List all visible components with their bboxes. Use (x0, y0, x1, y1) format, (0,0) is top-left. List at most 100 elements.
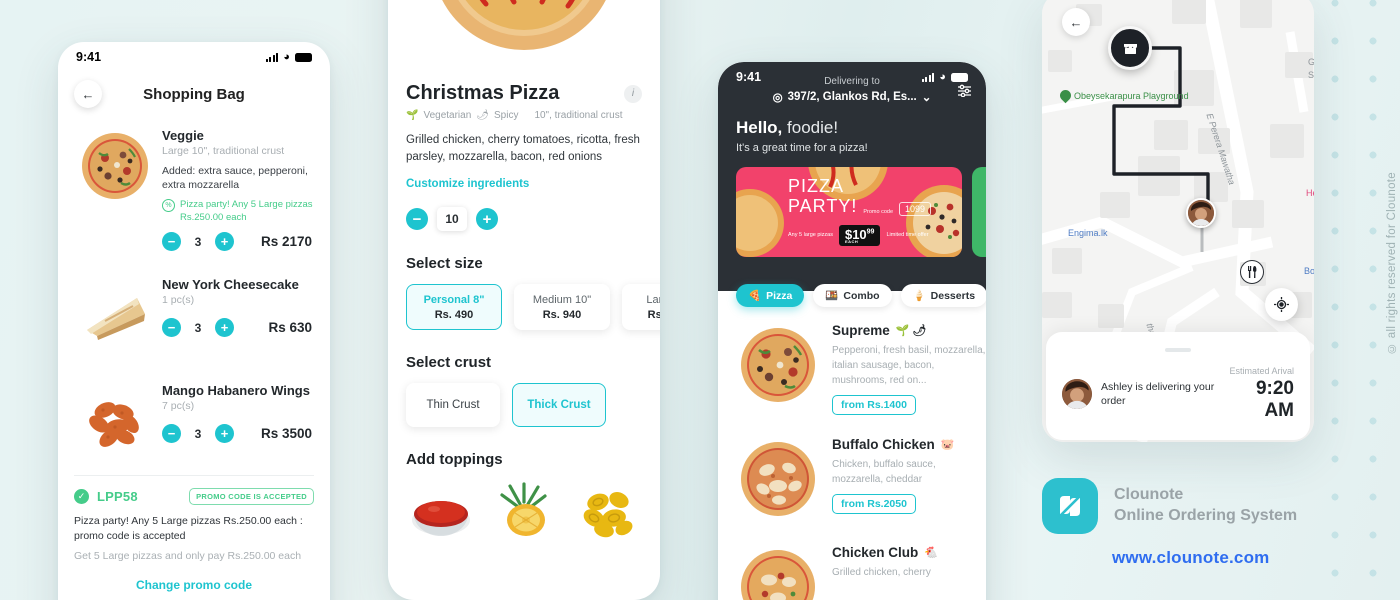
cart-item: Mango Habanero Wings 7 pc(s) − 3 + Rs 35… (58, 373, 330, 463)
wifi-icon: ◕ (283, 51, 290, 63)
topping-options (406, 480, 642, 540)
quantity-input[interactable]: 10 (437, 207, 467, 232)
status-bar: 9:41 ◕ (58, 42, 330, 72)
size-options: Personal 8" Rs. 490 Medium 10" Rs. 940 L… (406, 284, 660, 331)
info-icon[interactable]: i (624, 84, 642, 103)
menu-item-description: Chicken, buffalo sauce, mozzarella, ched… (832, 459, 936, 485)
promo-banner-pizza-party[interactable]: PIZZA PARTY! Promo code 1099 Any 5 large… (736, 167, 962, 257)
cheesecake-thumbnail (74, 273, 156, 355)
combo-icon: 🍱 (825, 290, 839, 302)
menu-list-item[interactable]: Supreme 🌱 🌶 Pepperoni, fresh basil, mozz… (718, 307, 986, 415)
customize-ingredients-link[interactable]: Customize ingredients (406, 178, 642, 190)
crust-option-thick[interactable]: Thick Crust (512, 383, 606, 428)
size-label: Personal 8" (423, 293, 485, 306)
crust-option-thin[interactable]: Thin Crust (406, 383, 500, 428)
jalapeno-icon[interactable] (574, 480, 644, 540)
location-pin-icon: ◎ (772, 92, 783, 104)
map-back-button[interactable]: ← (1062, 8, 1090, 36)
phone-menu-home: 9:41 ◕ Delivering to ◎ 397/2, Glankos Rd… (718, 62, 986, 600)
chip-combo[interactable]: 🍱 Combo (813, 284, 892, 307)
promo-banner-carousel[interactable]: PIZZA PARTY! Promo code 1099 Any 5 large… (718, 154, 986, 257)
quantity-stepper: − 3 + Rs 630 (162, 318, 314, 338)
chip-pizza[interactable]: 🍕 Pizza (736, 284, 805, 307)
item-subtitle: 7 pc(s) (162, 400, 195, 413)
decrease-quantity-button[interactable]: − (162, 232, 181, 252)
item-price: Rs 2170 (260, 234, 312, 250)
menu-item-badges: 🌱 🌶 (895, 325, 927, 337)
courier-marker[interactable] (1186, 198, 1216, 228)
filter-sliders-icon[interactable] (957, 84, 972, 100)
cart-item: New York Cheesecake 1 pc(s) − 3 + Rs 630 (58, 267, 330, 357)
size-option-medium[interactable]: Medium 10" Rs. 940 (514, 284, 610, 331)
banner-left-note: Any 5 large pizzas (788, 231, 833, 238)
size-price: Rs. 940 (542, 308, 582, 321)
percent-icon: % (162, 199, 175, 213)
delivery-address-value: 397/2, Glankos Rd, Es... (787, 91, 917, 103)
dessert-icon: 🍦 (912, 290, 926, 302)
quantity-stepper: − 3 + Rs 3500 (162, 424, 314, 444)
increase-quantity-button[interactable]: + (215, 232, 234, 252)
menu-item-price[interactable]: from Rs.1400 (832, 395, 916, 415)
item-name: Mango Habanero Wings (162, 383, 310, 399)
item-promo-text: Pizza party! Any 5 Large pizzas Rs.250.0… (180, 199, 313, 223)
map-label-text: Engima.lk (1068, 228, 1108, 238)
size-option-personal[interactable]: Personal 8" Rs. 490 (406, 284, 502, 331)
decrease-quantity-button[interactable]: − (162, 318, 181, 338)
clounote-logo-icon (1042, 478, 1098, 534)
size-option-large[interactable]: Large 12" Rs. 1400 (622, 284, 660, 331)
restaurant-marker[interactable] (1240, 260, 1264, 284)
item-name: New York Cheesecake (162, 277, 299, 293)
wings-thumbnail (74, 379, 156, 461)
map-pin-icon (1057, 87, 1074, 104)
menu-item-name-row: Chicken Club 🐔 (832, 545, 986, 560)
delivery-address-selector[interactable]: ◎ 397/2, Glankos Rd, Es... ⌄ (732, 90, 972, 104)
delivering-to-label: Delivering to (824, 76, 880, 87)
chip-desserts[interactable]: 🍦 Desserts (900, 284, 986, 307)
brand-block: Clounote Online Ordering System (1042, 478, 1297, 534)
chicken-club-thumbnail (732, 541, 824, 600)
recenter-location-button[interactable] (1265, 288, 1298, 321)
vegetarian-icon: 🌱 (406, 110, 419, 121)
product-tags: 🌱 Vegetarian 🌶 Spicy 10", traditional cr… (406, 110, 642, 121)
courier-status-text: Ashley is delivering your order (1101, 380, 1215, 407)
store-marker[interactable] (1108, 26, 1152, 70)
increase-quantity-button[interactable]: + (476, 208, 498, 231)
map-label-text: He (1306, 188, 1314, 198)
product-title-row: Christmas Pizza i (406, 82, 642, 105)
banner-price: $1099 EACH (838, 224, 881, 246)
menu-list-item[interactable]: Buffalo Chicken 🐷 Chicken, buffalo sauce… (718, 415, 986, 525)
map-label-text: G S (1308, 57, 1314, 80)
map-label-bo: Bo (1304, 266, 1314, 277)
decrease-quantity-button[interactable]: − (162, 424, 181, 444)
add-toppings-heading: Add toppings (406, 451, 503, 469)
promo-banner-secondary[interactable] (972, 167, 986, 257)
decrease-quantity-button[interactable]: − (406, 208, 428, 231)
spicy-label: Spicy (493, 110, 519, 121)
product-title: Christmas Pizza (406, 82, 560, 104)
menu-item-price[interactable]: from Rs.2050 (832, 494, 916, 514)
menu-item-description: Grilled chicken, cherry (832, 567, 931, 578)
supreme-pizza-thumbnail (732, 319, 824, 411)
buffalo-chicken-thumbnail (732, 433, 824, 525)
drag-handle[interactable] (1165, 348, 1191, 352)
size-label: Large 12" (646, 293, 660, 306)
increase-quantity-button[interactable]: + (215, 318, 234, 338)
size-price: Rs. 490 (434, 308, 474, 321)
change-promo-code-link[interactable]: Change promo code (74, 578, 314, 592)
promo-section: ✓ LPP58 PROMO CODE IS ACCEPTED Pizza par… (58, 476, 330, 592)
dark-header: 9:41 ◕ Delivering to ◎ 397/2, Glankos Rd… (718, 62, 986, 291)
item-price: Rs 630 (268, 320, 312, 336)
brand-url[interactable]: www.clounote.com (1112, 548, 1269, 568)
increase-quantity-button[interactable]: + (215, 424, 234, 444)
quantity-stepper: − 10 + (406, 207, 642, 232)
product-hero-image (388, 0, 660, 82)
sauce-bowl-icon[interactable] (406, 480, 476, 540)
greeting-subtitle: It's a great time for a pizza! (736, 142, 868, 154)
pineapple-icon[interactable] (490, 480, 560, 540)
signal-bars-icon (265, 52, 279, 62)
phone-shopping-bag: 9:41 ◕ ← Shopping Bag Veggie Large 10", … (58, 42, 330, 600)
menu-item-name: Supreme (832, 323, 890, 338)
brand-tagline: Online Ordering System (1114, 507, 1298, 524)
menu-list-item[interactable]: Chicken Club 🐔 Grilled chicken, cherry (718, 525, 986, 600)
item-promo: % Pizza party! Any 5 Large pizzas Rs.250… (162, 199, 314, 224)
